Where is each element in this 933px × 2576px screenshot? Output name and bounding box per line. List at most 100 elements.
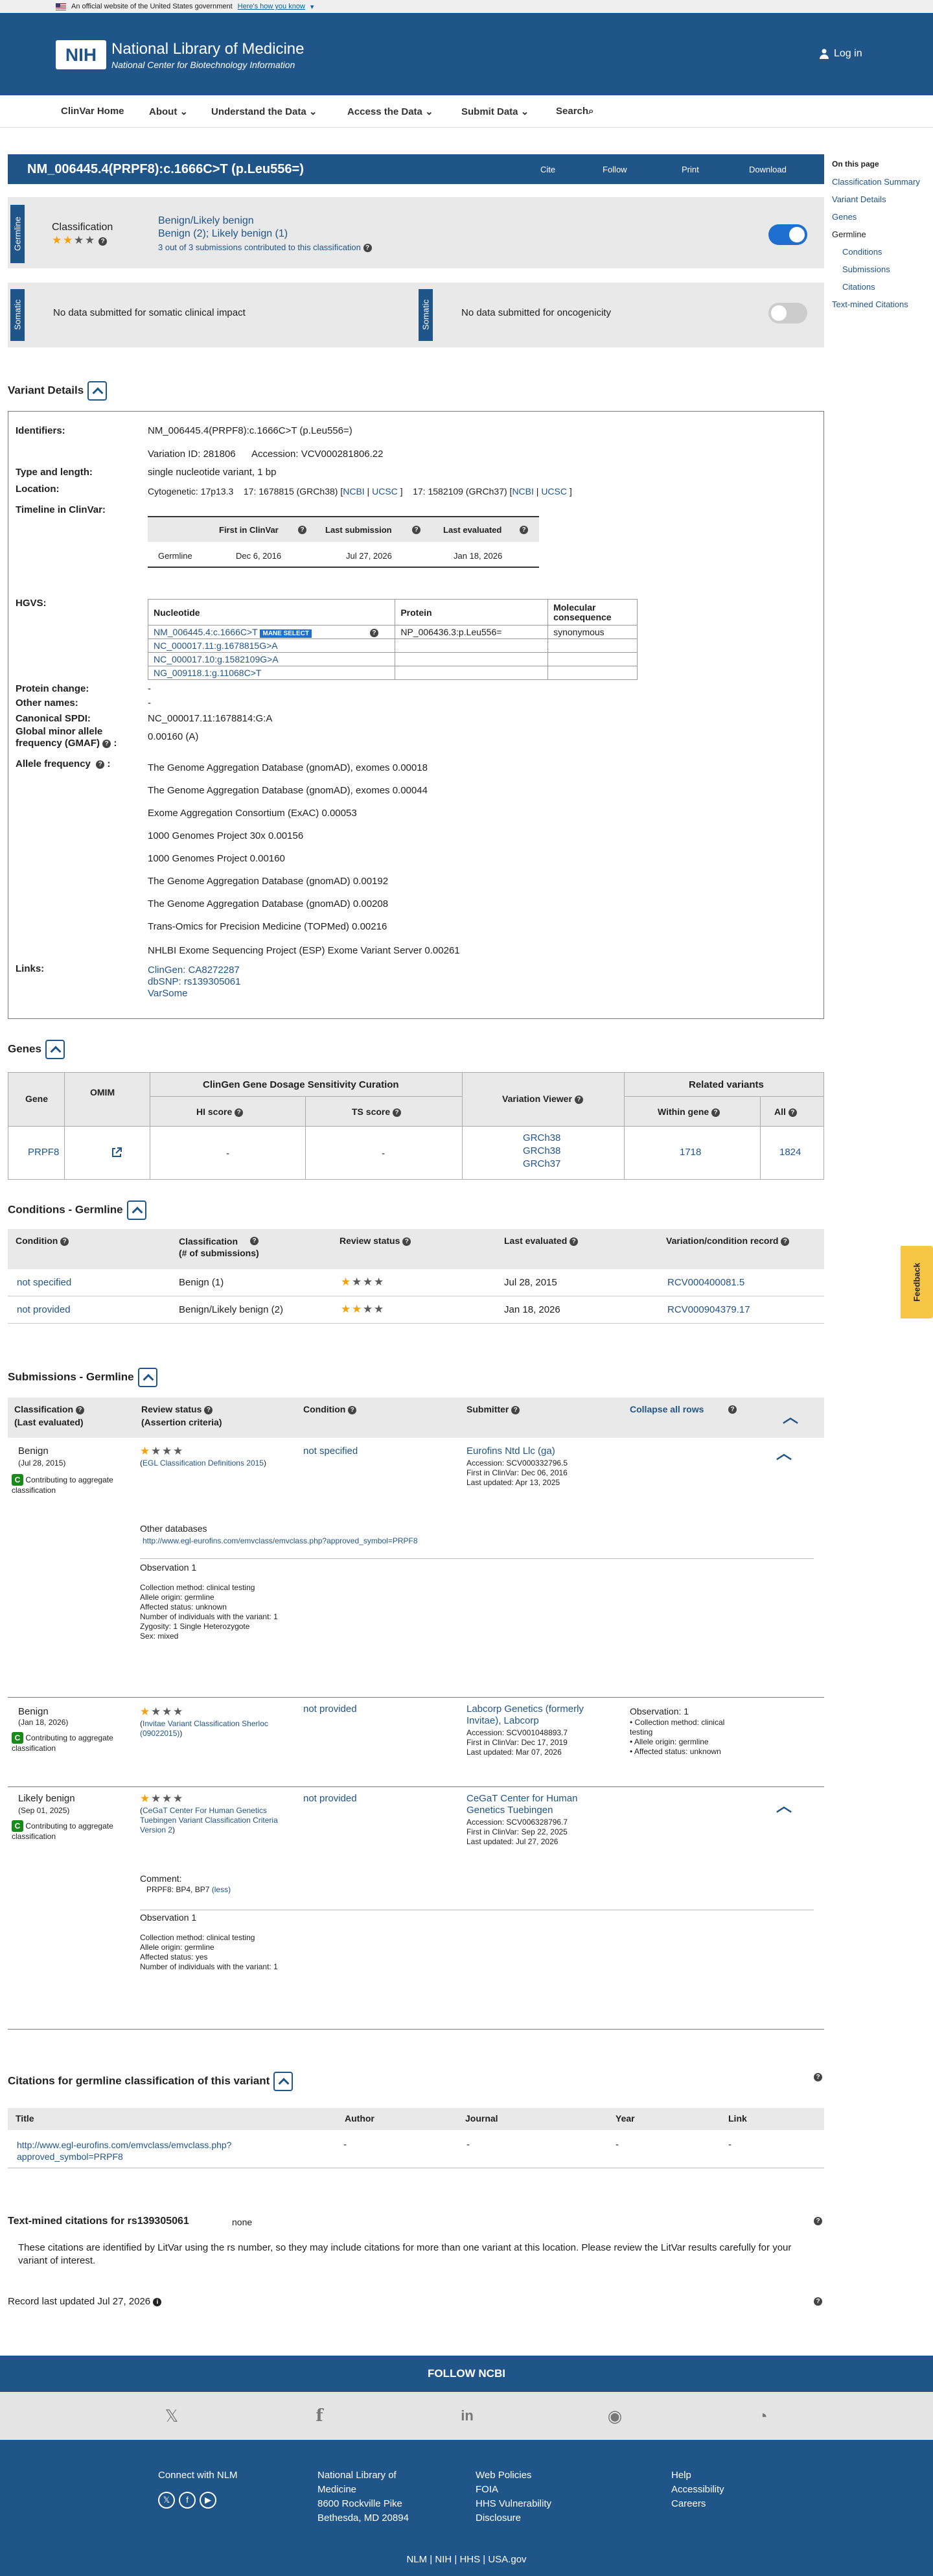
help-icon[interactable]: ? xyxy=(570,1237,579,1246)
varsome-link[interactable]: VarSome xyxy=(148,988,187,999)
hgvs-nucleotide-link[interactable]: NG_009118.1:g.11068C>T xyxy=(154,668,261,678)
nav-understand[interactable]: Understand the Data ⌄ xyxy=(211,106,317,117)
help-icon[interactable]: ? xyxy=(728,1405,737,1414)
help-icon[interactable]: ? xyxy=(250,1237,259,1245)
criteria-link[interactable]: Invitae Variant Classification Sherloc (… xyxy=(140,1719,268,1738)
help-icon[interactable]: ? xyxy=(711,1108,720,1117)
follow-button[interactable]: Follow xyxy=(603,165,627,174)
condition-link[interactable]: not specified xyxy=(17,1277,71,1288)
viewer-link[interactable]: GRCh37 xyxy=(523,1158,560,1169)
disclosure-link[interactable]: Disclosure xyxy=(476,2511,551,2525)
within-gene-link[interactable]: 1718 xyxy=(680,1147,701,1158)
dbsnp-link[interactable]: dbSNP: rs139305061 xyxy=(148,976,240,987)
facebook-icon[interactable]: f xyxy=(308,2405,330,2427)
collapse-icon[interactable] xyxy=(126,1200,146,1220)
hhs-link[interactable]: HHS xyxy=(459,2554,480,2565)
help-icon[interactable]: ? xyxy=(781,1237,790,1246)
ncbi-link[interactable]: NCBI xyxy=(512,486,533,497)
sidebar-item-text-mined[interactable]: Text-mined Citations xyxy=(832,296,929,313)
help-icon[interactable]: ? xyxy=(96,760,105,769)
ucsc-link[interactable]: UCSC xyxy=(372,486,398,497)
clingen-link[interactable]: ClinGen: CA8272287 xyxy=(148,965,240,976)
print-button[interactable]: Print xyxy=(682,165,699,174)
submission-condition[interactable]: not specified xyxy=(303,1446,358,1457)
submission-condition[interactable]: not provided xyxy=(303,1704,357,1715)
download-button[interactable]: Download xyxy=(749,165,787,174)
ncbi-link[interactable]: NCBI xyxy=(343,486,364,497)
nlm-link[interactable]: NLM xyxy=(406,2554,427,2565)
submitter-link[interactable]: Labcorp Genetics (formerly Invitae), Lab… xyxy=(466,1704,616,1727)
help-icon[interactable]: ? xyxy=(520,526,528,534)
help-icon[interactable]: ? xyxy=(369,628,378,637)
help-icon[interactable]: ? xyxy=(363,244,372,253)
help-icon[interactable]: ? xyxy=(235,1108,244,1117)
condition-link[interactable]: not provided xyxy=(17,1304,71,1315)
hhs-vulnerability-link[interactable]: HHS Vulnerability xyxy=(476,2497,551,2511)
criteria-link[interactable]: EGL Classification Definitions 2015 xyxy=(143,1458,264,1468)
nlm-line[interactable]: National Library of xyxy=(317,2468,409,2483)
help-icon[interactable]: ? xyxy=(814,2073,822,2081)
x-icon[interactable]: 𝕏 xyxy=(161,2405,183,2427)
hgvs-nucleotide-link[interactable]: NM_006445.4:c.1666C>T xyxy=(154,627,257,637)
hgvs-nucleotide-link[interactable]: NC_000017.10:g.1582109G>A xyxy=(154,654,279,664)
help-icon[interactable]: ? xyxy=(204,1405,213,1414)
help-icon[interactable]: ? xyxy=(348,1405,357,1414)
usagov-link[interactable]: USA.gov xyxy=(488,2554,526,2565)
web-policies-link[interactable]: Web Policies xyxy=(476,2468,551,2483)
linkedin-icon[interactable]: in xyxy=(456,2405,478,2427)
login-button[interactable]: Log in xyxy=(820,48,862,60)
collapse-icon[interactable] xyxy=(45,1040,65,1059)
classification-detail[interactable]: Benign (2); Likely benign (1) xyxy=(158,228,288,240)
somatic-toggle[interactable] xyxy=(768,303,807,323)
nav-search[interactable]: Search⌕ xyxy=(556,106,593,117)
classification-value[interactable]: Benign/Likely benign xyxy=(158,215,254,227)
heres-how-link[interactable]: Here's how you know xyxy=(238,3,305,10)
help-icon[interactable]: ? xyxy=(511,1405,520,1414)
sidebar-item-germline[interactable]: Germline xyxy=(832,226,929,243)
help-icon[interactable]: ? xyxy=(298,526,306,534)
sidebar-item-submissions[interactable]: Submissions xyxy=(832,261,929,278)
chevron-up-icon[interactable]: ︿ xyxy=(776,1793,792,1816)
header-title[interactable]: National Library of Medicine xyxy=(111,40,304,58)
cite-button[interactable]: Cite xyxy=(540,165,555,174)
foia-link[interactable]: FOIA xyxy=(476,2483,551,2497)
nih-logo[interactable]: NIH xyxy=(56,40,106,69)
ucsc-link[interactable]: UCSC xyxy=(541,486,567,497)
help-icon[interactable]: ? xyxy=(98,237,108,246)
citation-link[interactable]: http://www.egl-eurofins.com/emvclass/emv… xyxy=(17,2139,289,2162)
chevron-down-icon[interactable]: ▾ xyxy=(310,3,314,11)
help-icon[interactable]: ? xyxy=(788,1108,797,1117)
collapse-icon[interactable] xyxy=(273,2072,294,2091)
rss-icon[interactable]: ◔ xyxy=(752,2405,774,2427)
sidebar-item-classification[interactable]: Classification Summary xyxy=(832,173,929,191)
collapse-icon[interactable] xyxy=(87,381,108,401)
sidebar-item-variant-details[interactable]: Variant Details xyxy=(832,191,929,208)
hgvs-nucleotide-link[interactable]: NC_000017.11:g.1678815G>A xyxy=(154,640,278,651)
help-icon[interactable]: ? xyxy=(60,1237,69,1246)
accessibility-link[interactable]: Accessibility xyxy=(671,2483,724,2497)
help-icon[interactable]: ? xyxy=(814,2297,822,2306)
nav-access[interactable]: Access the Data ⌄ xyxy=(347,106,433,117)
viewer-link[interactable]: GRCh38 xyxy=(523,1145,560,1156)
nih-link[interactable]: NIH xyxy=(435,2554,452,2565)
facebook-icon[interactable]: f xyxy=(179,2492,196,2509)
collapse-icon[interactable] xyxy=(137,1368,157,1387)
nav-clinvar-home[interactable]: ClinVar Home xyxy=(61,106,124,117)
viewer-link[interactable]: GRCh38 xyxy=(523,1132,560,1143)
less-link[interactable]: (less) xyxy=(212,1885,231,1894)
submission-condition[interactable]: not provided xyxy=(303,1793,357,1804)
all-variants-link[interactable]: 1824 xyxy=(779,1147,801,1158)
help-icon[interactable]: ? xyxy=(393,1108,402,1117)
help-icon[interactable]: ? xyxy=(402,1237,411,1246)
germline-toggle[interactable] xyxy=(768,224,807,245)
sidebar-item-conditions[interactable]: Conditions xyxy=(832,243,929,261)
careers-link[interactable]: Careers xyxy=(671,2497,724,2511)
help-icon[interactable]: ? xyxy=(75,1405,84,1414)
criteria-link[interactable]: CeGaT Center For Human Genetics Tuebinge… xyxy=(140,1806,278,1834)
nav-submit[interactable]: Submit Data ⌄ xyxy=(461,106,529,117)
nav-about[interactable]: About ⌄ xyxy=(149,106,188,117)
help-icon[interactable]: ? xyxy=(574,1095,583,1104)
chevron-up-icon[interactable]: ︿ xyxy=(783,1404,798,1427)
sidebar-item-citations[interactable]: Citations xyxy=(832,278,929,296)
sidebar-item-genes[interactable]: Genes xyxy=(832,208,929,226)
